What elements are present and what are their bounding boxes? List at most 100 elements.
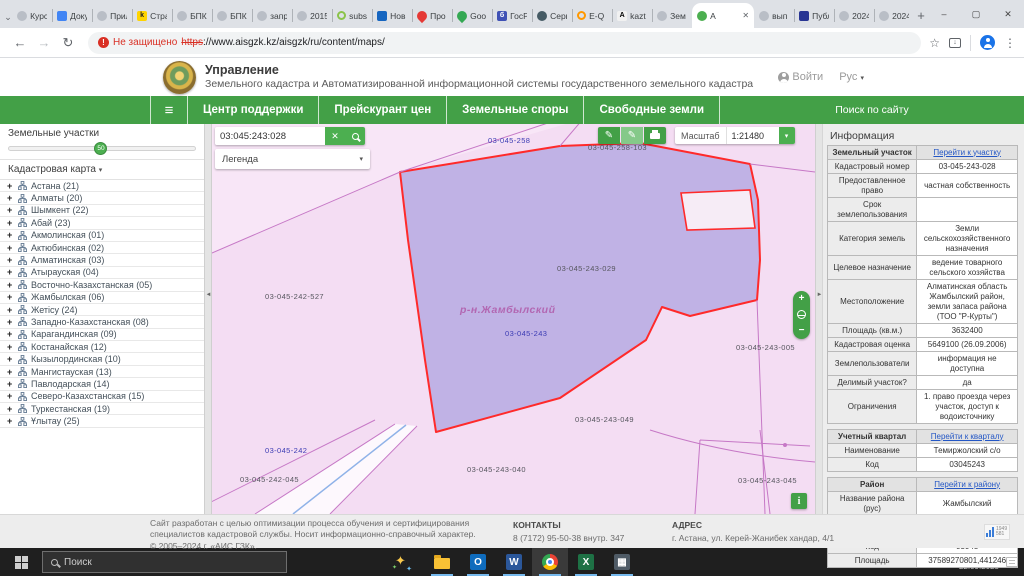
sidebar-region-item[interactable]: +Восточно-Казахстанская (05) <box>0 279 204 291</box>
browser-tab[interactable]: Про <box>412 3 452 28</box>
sidebar-region-item[interactable]: +Абай (23) <box>0 217 204 229</box>
expand-plus-icon[interactable]: + <box>7 205 14 215</box>
browser-tab[interactable]: 2015 <box>292 3 332 28</box>
sidebar-region-item[interactable]: +Западно-Казахстанская (08) <box>0 316 204 328</box>
section-link[interactable]: Перейти к району <box>934 480 1000 489</box>
sidebar-region-item[interactable]: +Алматы (20) <box>0 192 204 204</box>
language-selector[interactable]: Рус ▾ <box>839 71 864 83</box>
taskbar-app-word[interactable]: W <box>496 548 532 576</box>
section-link[interactable]: Перейти к кварталу <box>931 432 1004 441</box>
expand-plus-icon[interactable]: + <box>7 181 14 191</box>
browser-tab[interactable]: E-Q <box>572 3 612 28</box>
expand-plus-icon[interactable]: + <box>7 367 14 377</box>
sidebar-region-item[interactable]: +Астана (21) <box>0 180 204 192</box>
expand-plus-icon[interactable]: + <box>7 243 14 253</box>
expand-plus-icon[interactable]: + <box>7 404 14 414</box>
expand-plus-icon[interactable]: + <box>7 280 14 290</box>
copilot-sparkle-icon[interactable]: ✦✦✦ <box>392 552 412 572</box>
measure-tool-button[interactable]: ✎ <box>598 127 620 144</box>
menu-dots-icon[interactable]: ⋮ <box>1004 36 1016 50</box>
browser-tab[interactable]: Курс <box>12 3 52 28</box>
browser-tab[interactable]: Akazt <box>612 3 652 28</box>
browser-tab[interactable]: Goo <box>452 3 492 28</box>
opacity-slider[interactable]: 50 <box>8 142 196 155</box>
security-warning-icon[interactable]: ! <box>98 37 109 48</box>
taskbar-app-excel[interactable]: X <box>568 548 604 576</box>
sidebar-region-item[interactable]: +Карагандинская (09) <box>0 329 204 341</box>
sidebar-collapse-gutter[interactable]: ◄ <box>205 124 212 514</box>
taskbar-app-calculator[interactable]: ▦ <box>604 548 640 576</box>
nav-item[interactable]: Прейскурант цен <box>319 96 447 124</box>
sidebar-region-item[interactable]: +Павлодарская (14) <box>0 378 204 390</box>
forward-icon[interactable]: → <box>32 31 56 55</box>
browser-tab[interactable]: БПК- <box>172 3 212 28</box>
taskbar-app-explorer[interactable] <box>424 548 460 576</box>
menu-button[interactable]: ≡ <box>150 96 188 124</box>
install-icon[interactable]: ↓ <box>949 38 961 48</box>
sidebar-region-item[interactable]: +Алматинская (03) <box>0 254 204 266</box>
tab-close-icon[interactable]: ✕ <box>742 11 749 20</box>
search-icon[interactable] <box>345 127 365 145</box>
sidebar-region-item[interactable]: +Костанайская (12) <box>0 341 204 353</box>
scale-input[interactable] <box>727 127 779 144</box>
expand-plus-icon[interactable]: + <box>7 342 14 352</box>
close-button[interactable]: ✕ <box>992 0 1024 28</box>
browser-tab[interactable]: вып <box>754 3 794 28</box>
browser-tab[interactable]: Зем <box>652 3 692 28</box>
browser-tab[interactable]: Доку <box>52 3 92 28</box>
browser-tab[interactable]: Публ <box>794 3 834 28</box>
browser-tab[interactable]: Нов <box>372 3 412 28</box>
expand-plus-icon[interactable]: + <box>7 317 14 327</box>
collapse-right-icon[interactable]: ► <box>816 292 823 298</box>
clear-search-icon[interactable]: ✕ <box>325 127 345 145</box>
sidebar-region-item[interactable]: +Жамбылская (06) <box>0 292 204 304</box>
draw-tool-button[interactable]: ✎ <box>621 127 643 144</box>
expand-plus-icon[interactable]: + <box>7 230 14 240</box>
notification-center-icon[interactable] <box>1006 557 1018 567</box>
nav-item[interactable]: Свободные земли <box>584 96 720 124</box>
browser-tab[interactable]: Серв <box>532 3 572 28</box>
back-icon[interactable]: ← <box>8 31 32 55</box>
taskbar-search[interactable]: Поиск <box>42 551 287 573</box>
browser-tab[interactable]: subs <box>332 3 372 28</box>
sidebar-region-item[interactable]: +Акмолинская (01) <box>0 230 204 242</box>
browser-tab[interactable]: 2024 <box>834 3 874 28</box>
expand-plus-icon[interactable]: + <box>7 193 14 203</box>
site-search-button[interactable]: Поиск по сайту <box>720 96 1024 124</box>
expand-plus-icon[interactable]: + <box>7 416 14 426</box>
browser-tab[interactable]: А✕ <box>692 3 754 28</box>
bookmark-star-icon[interactable]: ☆ <box>929 36 940 50</box>
expand-plus-icon[interactable]: + <box>7 391 14 401</box>
expand-plus-icon[interactable]: + <box>7 292 14 302</box>
expand-plus-icon[interactable]: + <box>7 255 14 265</box>
browser-tab[interactable]: БПК- <box>212 3 252 28</box>
sidebar-region-item[interactable]: +Шымкент (22) <box>0 205 204 217</box>
browser-tab[interactable]: запр <box>252 3 292 28</box>
new-tab-button[interactable]: + <box>916 4 926 26</box>
expand-plus-icon[interactable]: + <box>7 354 14 364</box>
sidebar-region-item[interactable]: +Мангистауская (13) <box>0 366 204 378</box>
maximize-button[interactable]: ▢ <box>960 0 992 28</box>
cadastral-map-toggle[interactable]: Кадастровая карта ▾ <box>0 159 204 179</box>
expand-plus-icon[interactable]: + <box>7 329 14 339</box>
expand-plus-icon[interactable]: + <box>7 218 14 228</box>
zoom-out-button[interactable]: − <box>799 326 805 336</box>
map-info-button[interactable]: i <box>791 493 807 509</box>
sidebar-region-item[interactable]: +Туркестанская (19) <box>0 403 204 415</box>
minimize-button[interactable]: – <box>928 0 960 28</box>
section-link[interactable]: Перейти к участку <box>933 148 1001 157</box>
print-button[interactable] <box>644 127 666 144</box>
panel-collapse-gutter[interactable]: ► <box>816 124 823 514</box>
sidebar-region-item[interactable]: +Северо-Казахстанская (15) <box>0 391 204 403</box>
sidebar-region-item[interactable]: +Кызылординская (10) <box>0 353 204 365</box>
collapse-left-icon[interactable]: ◄ <box>205 292 212 298</box>
refresh-icon[interactable]: ↻ <box>56 31 80 55</box>
slider-knob[interactable]: 50 <box>94 142 107 155</box>
expand-plus-icon[interactable]: + <box>7 267 14 277</box>
login-button[interactable]: Войти <box>778 71 823 83</box>
sidebar-region-item[interactable]: +Ұлытау (25) <box>0 415 204 427</box>
globe-extent-button[interactable] <box>797 310 806 319</box>
expand-plus-icon[interactable]: + <box>7 379 14 389</box>
zoom-in-button[interactable]: + <box>799 294 805 304</box>
taskbar-app-chrome[interactable] <box>532 548 568 576</box>
